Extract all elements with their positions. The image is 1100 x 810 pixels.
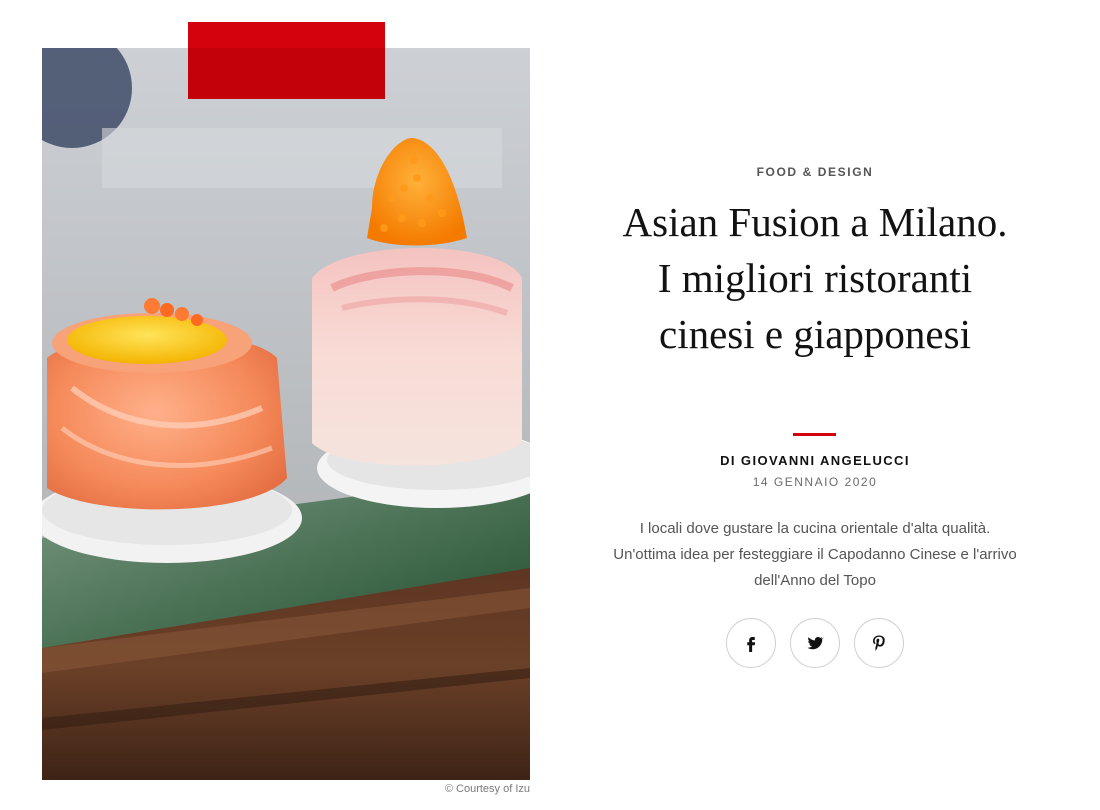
- article-header: FOOD & DESIGN Asian Fusion a Milano. I m…: [600, 0, 1030, 810]
- pinterest-share-button[interactable]: [854, 618, 904, 668]
- category-label[interactable]: FOOD & DESIGN: [600, 165, 1030, 179]
- author-byline[interactable]: DI GIOVANNI ANGELUCCI: [600, 453, 1030, 468]
- social-share-bar: [726, 618, 906, 670]
- pinterest-icon: [873, 635, 885, 651]
- title-divider: [793, 433, 836, 436]
- red-accent-block: [188, 22, 385, 99]
- hero-illustration: [42, 48, 530, 780]
- twitter-icon: [807, 636, 824, 650]
- article-summary: I locali dove gustare la cucina oriental…: [613, 520, 1017, 589]
- image-credit: © Courtesy of Izu: [444, 783, 530, 795]
- facebook-share-button[interactable]: [726, 618, 776, 668]
- publish-date: 14 GENNAIO 2020: [752, 475, 878, 489]
- hero-image: [42, 48, 530, 780]
- article-title: Asian Fusion a Milano. I migliori ristor…: [622, 199, 1008, 357]
- twitter-share-button[interactable]: [790, 618, 840, 668]
- facebook-icon: [747, 637, 756, 652]
